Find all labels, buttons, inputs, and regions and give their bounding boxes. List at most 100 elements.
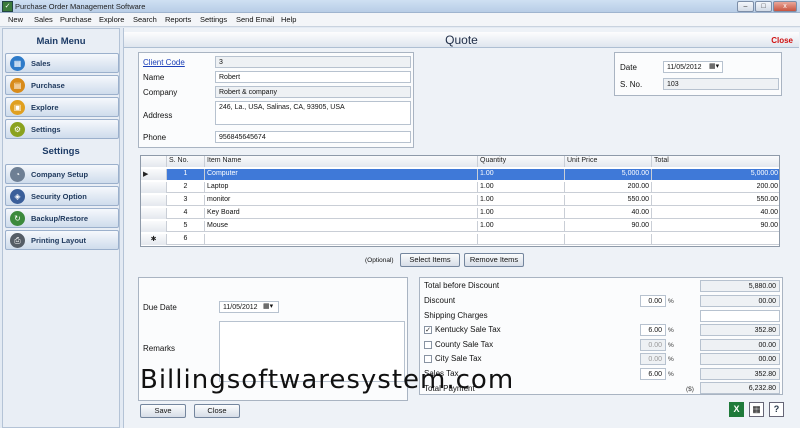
cell-item[interactable]: Laptop: [205, 182, 478, 193]
cell-sno[interactable]: 2: [167, 182, 205, 193]
cell-price[interactable]: 5,000.00: [565, 169, 652, 180]
minimize-button[interactable]: –: [737, 1, 754, 12]
sidebar-item-company-setup[interactable]: ◔ Company Setup: [5, 164, 119, 184]
menu-reports[interactable]: Reports: [165, 15, 191, 24]
cell-qty[interactable]: 1.00: [478, 169, 565, 180]
cell-sno[interactable]: 5: [167, 221, 205, 232]
menu-help[interactable]: Help: [281, 15, 296, 24]
cell-sno[interactable]: 6: [167, 234, 205, 245]
city-tax-checkbox[interactable]: [424, 355, 432, 363]
county-pct-symbol: %: [668, 342, 674, 349]
shipping-field[interactable]: [700, 310, 780, 322]
help-icon[interactable]: ?: [769, 402, 784, 417]
cell-qty[interactable]: 1.00: [478, 182, 565, 193]
sidebar-item-purchase[interactable]: ▤ Purchase: [5, 75, 119, 95]
company-field[interactable]: Robert & company: [215, 86, 411, 98]
city-pct-symbol: %: [668, 356, 674, 363]
table-row[interactable]: 2 Laptop 1.00 200.00 200.00: [141, 182, 779, 193]
cell-price[interactable]: 40.00: [565, 208, 652, 219]
cell-item[interactable]: [205, 234, 478, 245]
cell-item[interactable]: Computer: [205, 169, 478, 180]
menu-new[interactable]: New: [8, 15, 23, 24]
cell-total[interactable]: 5,000.00: [652, 169, 779, 180]
cell-qty[interactable]: 1.00: [478, 221, 565, 232]
discount-label: Discount: [424, 296, 456, 305]
address-field[interactable]: 246, La., USA, Salinas, CA, 93905, USA: [215, 101, 411, 125]
select-items-button[interactable]: Select Items: [400, 253, 460, 267]
table-header-row: S. No. Item Name Quantity Unit Price Tot…: [141, 156, 779, 167]
table-new-row[interactable]: ✱ 6: [141, 234, 779, 245]
maximize-button[interactable]: □: [755, 1, 772, 12]
calendar-icon[interactable]: ▦▾: [709, 62, 719, 70]
currency-label: ($): [686, 386, 694, 393]
kentucky-pct-field[interactable]: 6.00: [640, 324, 666, 336]
col-sno[interactable]: S. No.: [167, 156, 205, 167]
menu-sales[interactable]: Sales: [34, 15, 53, 24]
col-item-name[interactable]: Item Name: [205, 156, 478, 167]
menu-settings[interactable]: Settings: [200, 15, 227, 24]
date-value: 11/05/2012: [667, 64, 702, 71]
county-tax-checkbox[interactable]: [424, 341, 432, 349]
sidebar-item-printing-layout[interactable]: ⎙ Printing Layout: [5, 230, 119, 250]
cell-total[interactable]: 550.00: [652, 195, 779, 206]
sales-tax-pct-symbol: %: [668, 371, 674, 378]
discount-pct-field[interactable]: 0.00: [640, 295, 666, 307]
menu-explore[interactable]: Explore: [99, 15, 124, 24]
cell-total[interactable]: 200.00: [652, 182, 779, 193]
client-code-link[interactable]: Client Code: [143, 58, 185, 67]
phone-field[interactable]: 956845645674: [215, 131, 411, 143]
close-window-button[interactable]: x: [773, 1, 797, 12]
city-amount: 00.00: [700, 353, 780, 365]
cell-total[interactable]: 40.00: [652, 208, 779, 219]
sidebar: Main Menu ▦ Sales ▤ Purchase ▣ Explore ⚙…: [2, 28, 120, 428]
cell-price[interactable]: [565, 234, 652, 245]
cell-item[interactable]: Key Board: [205, 208, 478, 219]
sidebar-item-security-option[interactable]: ◈ Security Option: [5, 186, 119, 206]
menu-purchase[interactable]: Purchase: [60, 15, 92, 24]
name-field[interactable]: Robert: [215, 71, 411, 83]
calculator-icon[interactable]: ▦: [749, 402, 764, 417]
sno-field[interactable]: 103: [663, 78, 779, 90]
cell-item[interactable]: Mouse: [205, 221, 478, 232]
menu-send-email[interactable]: Send Email: [236, 15, 274, 24]
col-quantity[interactable]: Quantity: [478, 156, 565, 167]
sidebar-item-explore[interactable]: ▣ Explore: [5, 97, 119, 117]
menu-search[interactable]: Search: [133, 15, 157, 24]
county-pct-field[interactable]: 0.00: [640, 339, 666, 351]
close-link[interactable]: Close: [771, 36, 793, 45]
table-row[interactable]: 5 Mouse 1.00 90.00 90.00: [141, 221, 779, 232]
cell-sno[interactable]: 1: [167, 169, 205, 180]
sidebar-item-settings[interactable]: ⚙ Settings: [5, 119, 119, 139]
items-table[interactable]: S. No. Item Name Quantity Unit Price Tot…: [140, 155, 780, 247]
city-pct-field[interactable]: 0.00: [640, 353, 666, 365]
remove-items-button[interactable]: Remove Items: [464, 253, 524, 267]
cell-price[interactable]: 550.00: [565, 195, 652, 206]
table-row[interactable]: 4 Key Board 1.00 40.00 40.00: [141, 208, 779, 219]
page-title: Quote: [445, 33, 478, 47]
table-row[interactable]: ▶ 1 Computer 1.00 5,000.00 5,000.00: [141, 169, 779, 180]
cell-price[interactable]: 90.00: [565, 221, 652, 232]
cell-qty[interactable]: 1.00: [478, 195, 565, 206]
save-button[interactable]: Save: [140, 404, 186, 418]
due-calendar-icon[interactable]: ▦▾: [263, 302, 273, 310]
cell-total[interactable]: 90.00: [652, 221, 779, 232]
excel-export-icon[interactable]: X: [729, 402, 744, 417]
cell-sno[interactable]: 3: [167, 195, 205, 206]
table-row[interactable]: 3 monitor 1.00 550.00 550.00: [141, 195, 779, 206]
sidebar-item-sales[interactable]: ▦ Sales: [5, 53, 119, 73]
col-unit-price[interactable]: Unit Price: [565, 156, 652, 167]
sidebar-item-backup-restore[interactable]: ↻ Backup/Restore: [5, 208, 119, 228]
cell-qty[interactable]: [478, 234, 565, 245]
cell-item[interactable]: monitor: [205, 195, 478, 206]
cell-price[interactable]: 200.00: [565, 182, 652, 193]
cell-sno[interactable]: 4: [167, 208, 205, 219]
client-code-field[interactable]: 3: [215, 56, 411, 68]
cell-qty[interactable]: 1.00: [478, 208, 565, 219]
kentucky-tax-checkbox[interactable]: ✓: [424, 326, 432, 334]
window-title: Purchase Order Management Software: [15, 2, 146, 11]
col-total[interactable]: Total: [652, 156, 779, 167]
settings-icon: ⚙: [10, 122, 25, 137]
close-button[interactable]: Close: [194, 404, 240, 418]
sidebar-item-label: Settings: [31, 125, 61, 134]
cell-total[interactable]: [652, 234, 779, 245]
